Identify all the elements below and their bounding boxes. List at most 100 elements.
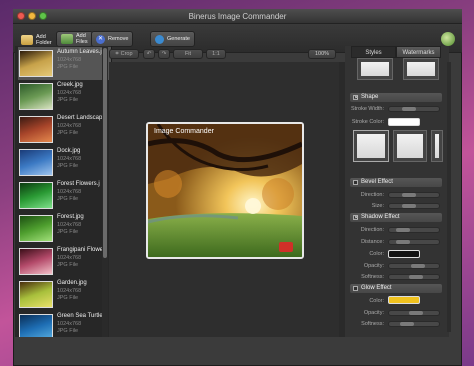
preset-swatch[interactable] <box>357 58 393 80</box>
shape-option-more[interactable] <box>431 130 443 162</box>
glow-section-header[interactable]: Glow Effect <box>350 284 442 293</box>
file-list-item[interactable]: Forest Flowers.j 1024x768 JPG File <box>18 179 111 212</box>
shape-checkbox[interactable]: ✕ <box>353 95 358 101</box>
preset-swatch[interactable] <box>403 58 439 80</box>
shape-option-rounded[interactable] <box>393 130 427 162</box>
bevel-size-slider[interactable] <box>388 203 440 209</box>
shadow-distance-label: Distance: <box>361 239 384 245</box>
file-type: JPG File <box>57 295 79 301</box>
file-list-item[interactable]: Frangipani Flowe 1024x768 JPG File <box>18 245 111 278</box>
tab-watermarks[interactable]: Watermarks <box>396 46 441 58</box>
file-list-item[interactable]: Autumn Leaves.j 1024x768 JPG File <box>18 47 111 80</box>
stroke-width-knob[interactable] <box>401 107 416 111</box>
glow-softness-knob[interactable] <box>399 322 414 326</box>
shadow-title: Shadow Effect <box>361 214 400 220</box>
panel-scrollbar[interactable] <box>447 62 451 332</box>
stroke-width-label: Stroke Width: <box>350 106 384 112</box>
fit-label: Fit <box>184 51 192 57</box>
file-type: JPG File <box>57 328 79 334</box>
file-list-item[interactable]: Garden.jpg 1024x768 JPG File <box>18 278 111 311</box>
file-name: Garden.jpg <box>57 280 87 286</box>
file-name: Forest.jpg <box>57 214 84 220</box>
file-thumbnail <box>19 314 53 337</box>
add-files-button[interactable]: Add Files <box>56 31 93 47</box>
file-dimensions: 1024x768 <box>57 57 82 63</box>
file-name: Desert Landscap <box>57 115 103 121</box>
rotate-right-icon: ↷ <box>161 51 167 57</box>
file-type: JPG File <box>57 97 79 103</box>
bevel-title: Bevel Effect <box>361 179 393 185</box>
file-thumbnail <box>19 116 53 143</box>
glow-opacity-slider[interactable] <box>388 310 440 316</box>
glow-color-swatch[interactable] <box>388 296 420 304</box>
stroke-color-swatch[interactable] <box>388 118 420 126</box>
file-list-item[interactable]: Forest.jpg 1024x768 JPG File <box>18 212 111 245</box>
bevel-checkbox[interactable] <box>353 180 358 185</box>
glow-opacity-knob[interactable] <box>408 311 423 315</box>
file-name: Creek.jpg <box>57 82 83 88</box>
file-thumbnail <box>19 149 53 176</box>
stroke-width-slider[interactable] <box>388 106 440 112</box>
glow-checkbox[interactable] <box>353 286 358 291</box>
shadow-opacity-knob[interactable] <box>410 264 425 268</box>
file-type: JPG File <box>57 130 79 136</box>
shape-option-square[interactable] <box>353 130 389 162</box>
autumn-tree-photo <box>148 124 302 257</box>
add-folder-label: Add Folder <box>36 34 52 46</box>
bevel-section-header[interactable]: Bevel Effect <box>350 178 442 187</box>
remove-button[interactable]: ✕ Remove <box>91 31 134 47</box>
file-list-item[interactable]: Desert Landscap 1024x768 JPG File <box>18 113 111 146</box>
shadow-color-swatch[interactable] <box>388 250 420 258</box>
zoom-field[interactable]: 100% <box>308 49 336 59</box>
shadow-checkbox[interactable]: ✕ <box>353 215 358 221</box>
file-list-item[interactable]: Creek.jpg 1024x768 JPG File <box>18 80 111 113</box>
remove-label: Remove <box>108 36 129 42</box>
shadow-distance-knob[interactable] <box>396 240 411 244</box>
file-dimensions: 1024x768 <box>57 255 82 261</box>
file-list-scroll-thumb[interactable] <box>103 48 107 258</box>
shadow-distance-slider[interactable] <box>388 239 440 245</box>
logo-watermark <box>279 242 293 252</box>
add-files-label: Add Files <box>76 33 88 45</box>
actual-size-button[interactable]: 1:1 <box>206 49 226 59</box>
shadow-direction-knob[interactable] <box>396 228 411 232</box>
file-list-item[interactable]: Green Sea Turtle 1024x768 JPG File <box>18 311 111 337</box>
rotate-left-icon: ↶ <box>146 51 152 57</box>
file-list-scrollbar[interactable] <box>102 46 108 337</box>
file-list-item[interactable]: Dock.jpg 1024x768 JPG File <box>18 146 111 179</box>
preview-image[interactable]: Image Commander <box>146 122 304 259</box>
glow-softness-slider[interactable] <box>388 321 440 327</box>
settings-icon[interactable] <box>441 32 455 46</box>
shadow-color-label: Color: <box>369 251 384 257</box>
crop-button[interactable]: ⌗ Crop <box>109 49 139 59</box>
zoom-value: 100% <box>314 51 330 57</box>
file-dimensions: 1024x768 <box>57 189 82 195</box>
glow-color-label: Color: <box>369 298 384 304</box>
shadow-softness-slider[interactable] <box>388 274 440 280</box>
shadow-softness-knob[interactable] <box>408 275 423 279</box>
bevel-size-knob[interactable] <box>401 204 416 208</box>
generate-button[interactable]: Generate <box>150 31 195 47</box>
file-name: Forest Flowers.j <box>57 181 100 187</box>
shape-title: Shape <box>361 94 379 100</box>
bevel-direction-slider[interactable] <box>388 192 440 198</box>
shadow-direction-slider[interactable] <box>388 227 440 233</box>
rotate-right-button[interactable]: ↷ <box>158 49 170 59</box>
file-dimensions: 1024x768 <box>57 321 82 327</box>
fit-button[interactable]: Fit <box>173 49 203 59</box>
rotate-left-button[interactable]: ↶ <box>143 49 155 59</box>
edit-toolbar: ⌗ Crop ↶ ↷ Fit 1:1 100% <box>109 46 339 61</box>
file-thumbnail <box>19 83 53 110</box>
shape-section-header[interactable]: ✕ Shape <box>350 93 442 102</box>
file-thumbnail <box>19 182 53 209</box>
file-type: JPG File <box>57 64 79 70</box>
shadow-section-header[interactable]: ✕ Shadow Effect <box>350 213 442 222</box>
tab-styles[interactable]: Styles <box>351 46 396 58</box>
file-dimensions: 1024x768 <box>57 123 82 129</box>
generate-icon <box>155 34 164 44</box>
shadow-opacity-slider[interactable] <box>388 263 440 269</box>
panel-tabs: Styles Watermarks <box>351 46 441 58</box>
shadow-opacity-label: Opacity: <box>363 263 384 269</box>
file-dimensions: 1024x768 <box>57 288 82 294</box>
bevel-direction-knob[interactable] <box>401 193 416 197</box>
